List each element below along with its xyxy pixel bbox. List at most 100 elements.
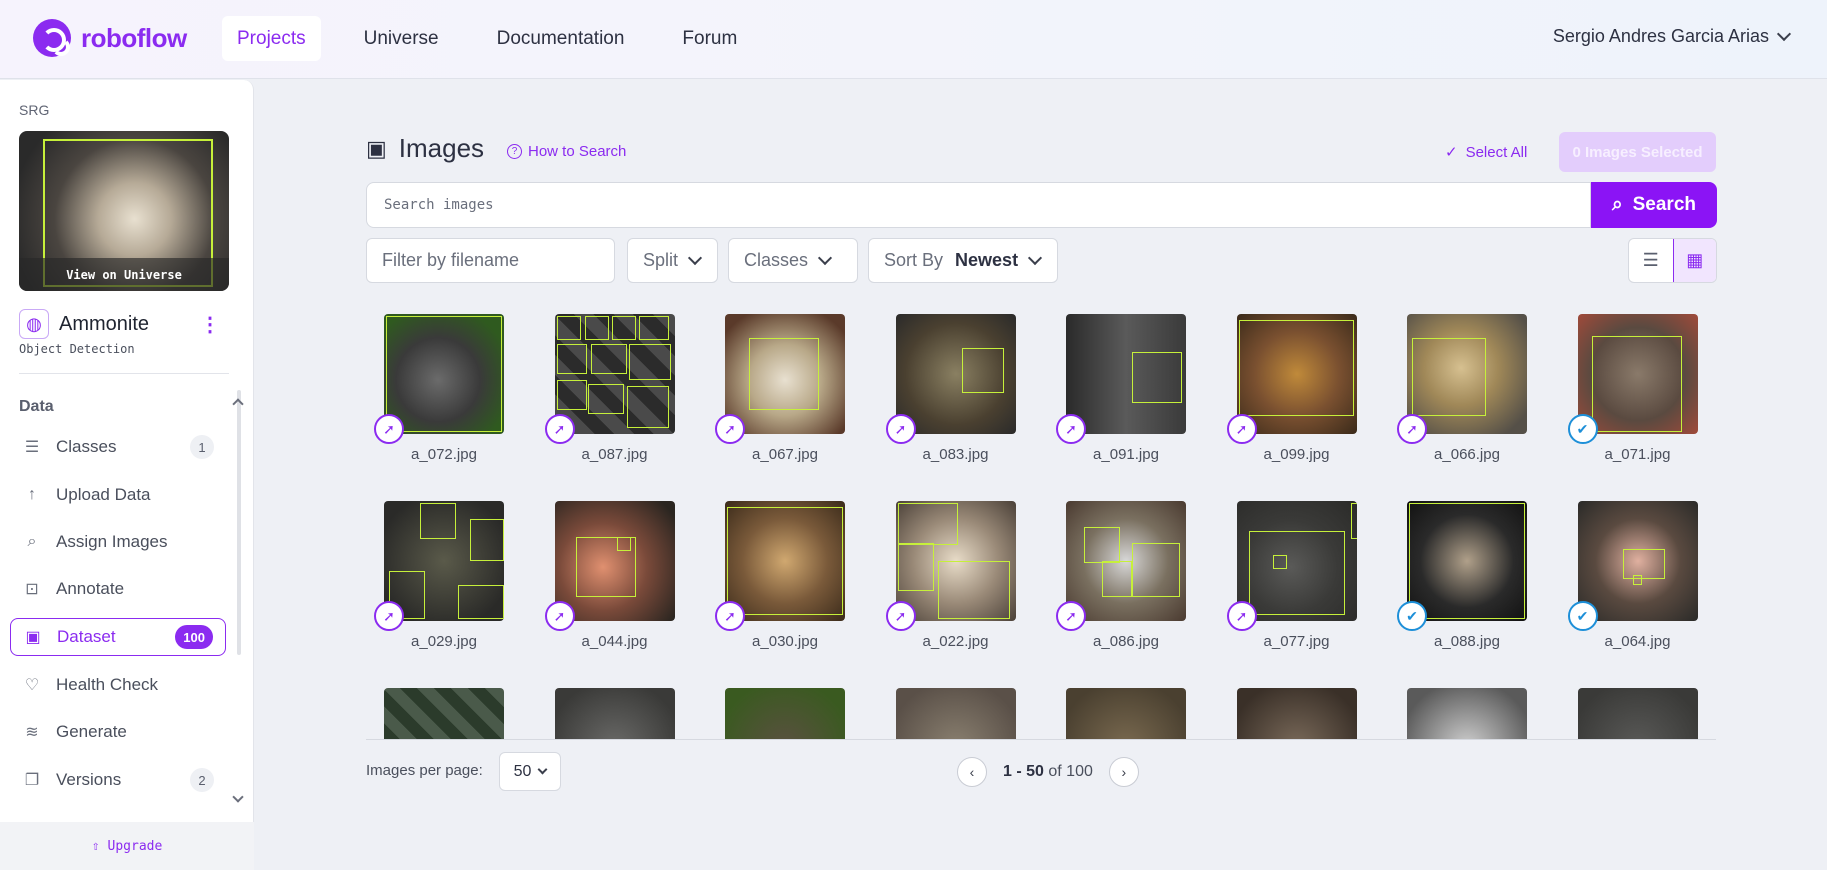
image-tile[interactable] bbox=[554, 688, 675, 739]
sidebar-item-dataset[interactable]: ▣ Dataset 100 bbox=[10, 618, 226, 656]
image-thumbnail[interactable] bbox=[1236, 314, 1357, 434]
annotate-icon: ⊡ bbox=[25, 581, 39, 598]
sidebar-item-upload-data[interactable]: ↑ Upload Data bbox=[10, 476, 226, 514]
nav-universe[interactable]: Universe bbox=[349, 16, 454, 61]
image-thumbnail[interactable] bbox=[1066, 688, 1186, 739]
bounding-box bbox=[1409, 503, 1525, 619]
image-thumbnail[interactable] bbox=[384, 314, 504, 434]
image-tile[interactable]: ➚ a_066.jpg bbox=[1397, 314, 1527, 463]
bounding-box bbox=[1238, 320, 1355, 416]
image-tile[interactable]: ✔ a_071.jpg bbox=[1567, 314, 1698, 463]
sidebar-item-assign-images[interactable]: ⌕ Assign Images bbox=[10, 523, 226, 561]
image-thumbnail[interactable] bbox=[895, 688, 1016, 739]
roboflow-logo[interactable]: roboflow bbox=[33, 19, 187, 57]
image-tile[interactable] bbox=[384, 688, 504, 739]
image-tile[interactable]: ➚ a_044.jpg bbox=[544, 501, 675, 650]
image-tile[interactable]: ➚ a_087.jpg bbox=[544, 314, 675, 463]
image-thumbnail[interactable] bbox=[1236, 501, 1357, 621]
image-tile[interactable]: ➚ a_022.jpg bbox=[885, 501, 1016, 650]
search-button[interactable]: ⌕ Search bbox=[1591, 182, 1717, 228]
image-thumbnail[interactable] bbox=[554, 501, 675, 621]
bounding-box bbox=[420, 503, 456, 540]
bounding-box bbox=[1132, 352, 1183, 403]
annotating-status-icon: ➚ bbox=[885, 601, 916, 631]
prev-page-button[interactable]: ‹ bbox=[957, 757, 987, 787]
image-thumbnail[interactable] bbox=[895, 501, 1016, 621]
image-tile[interactable] bbox=[1066, 688, 1186, 739]
image-tile[interactable]: ➚ a_099.jpg bbox=[1226, 314, 1357, 463]
chevron-up-icon[interactable] bbox=[232, 398, 244, 410]
image-thumbnail[interactable] bbox=[1407, 688, 1527, 739]
image-thumbnail[interactable] bbox=[725, 688, 845, 739]
image-tile[interactable]: ➚ a_072.jpg bbox=[374, 314, 504, 463]
chevron-down-icon[interactable] bbox=[232, 791, 244, 803]
image-tile[interactable]: ➚ a_077.jpg bbox=[1226, 501, 1357, 650]
image-thumbnail[interactable] bbox=[1407, 314, 1527, 434]
bounding-box bbox=[584, 316, 609, 341]
image-tile[interactable]: ➚ a_029.jpg bbox=[374, 501, 504, 650]
nav-documentation[interactable]: Documentation bbox=[482, 16, 640, 61]
image-thumbnail[interactable] bbox=[895, 314, 1016, 434]
image-thumbnail[interactable] bbox=[1407, 501, 1527, 621]
chevron-right-icon: › bbox=[1121, 764, 1127, 780]
image-tile[interactable]: ➚ a_067.jpg bbox=[715, 314, 845, 463]
list-view-button[interactable]: ☰ bbox=[1629, 239, 1673, 282]
annotating-status-icon: ➚ bbox=[374, 414, 404, 444]
bounding-box bbox=[1350, 503, 1357, 540]
nav-projects[interactable]: Projects bbox=[222, 16, 321, 61]
image-thumbnail[interactable] bbox=[1577, 688, 1698, 739]
image-tile[interactable]: ✔ a_088.jpg bbox=[1397, 501, 1527, 650]
sidebar-item-health-check[interactable]: ♡ Health Check bbox=[10, 666, 226, 704]
project-thumbnail[interactable]: View on Universe bbox=[19, 131, 229, 291]
image-thumbnail[interactable] bbox=[725, 501, 845, 621]
image-thumbnail[interactable] bbox=[384, 501, 504, 621]
image-tile[interactable] bbox=[725, 688, 845, 739]
image-tile[interactable]: ➚ a_091.jpg bbox=[1056, 314, 1186, 463]
image-tile[interactable] bbox=[1407, 688, 1527, 739]
next-page-button[interactable]: › bbox=[1108, 757, 1139, 787]
search-input[interactable]: Search images bbox=[366, 182, 1591, 228]
sort-label: Sort By bbox=[884, 250, 944, 270]
image-thumbnail[interactable] bbox=[1236, 688, 1357, 739]
heart-pulse-icon: ♡ bbox=[24, 677, 40, 694]
filename-filter-input[interactable]: Filter by filename bbox=[366, 238, 615, 283]
image-tile[interactable] bbox=[1577, 688, 1698, 739]
nav-forum[interactable]: Forum bbox=[667, 16, 752, 61]
image-thumbnail[interactable] bbox=[554, 688, 675, 739]
image-thumbnail[interactable] bbox=[725, 314, 845, 434]
select-all-button[interactable]: ✓ Select All bbox=[1445, 143, 1527, 162]
image-tile[interactable]: ➚ a_030.jpg bbox=[715, 501, 845, 650]
bounding-box bbox=[626, 386, 669, 428]
image-filename: a_066.jpg bbox=[1434, 446, 1500, 463]
image-filename: a_029.jpg bbox=[411, 633, 477, 650]
image-thumbnail[interactable] bbox=[554, 314, 675, 434]
image-thumbnail[interactable] bbox=[1577, 501, 1698, 621]
image-tile[interactable] bbox=[1236, 688, 1357, 739]
image-filename: a_077.jpg bbox=[1263, 633, 1330, 650]
user-menu[interactable]: Sergio Andres Garcia Arias bbox=[1553, 26, 1792, 47]
per-page-select[interactable]: 50 bbox=[499, 752, 561, 791]
sidebar-item-generate[interactable]: ≋ Generate bbox=[10, 713, 226, 751]
image-tile[interactable]: ➚ a_083.jpg bbox=[885, 314, 1016, 463]
sort-dropdown[interactable]: Sort By Newest bbox=[868, 238, 1058, 283]
split-dropdown[interactable]: Split bbox=[627, 238, 718, 283]
image-thumbnail[interactable] bbox=[1066, 501, 1186, 621]
classes-dropdown[interactable]: Classes bbox=[728, 238, 858, 283]
sidebar-item-classes[interactable]: ☰ Classes 1 bbox=[10, 428, 226, 466]
image-tile[interactable] bbox=[895, 688, 1016, 739]
image-thumbnail[interactable] bbox=[384, 688, 504, 739]
sidebar-item-versions[interactable]: ❐ Versions 2 bbox=[10, 761, 226, 799]
how-to-search-link[interactable]: ? How to Search bbox=[507, 143, 626, 160]
image-tile[interactable]: ✔ a_064.jpg bbox=[1567, 501, 1698, 650]
image-thumbnail[interactable] bbox=[1577, 314, 1698, 434]
image-thumbnail[interactable] bbox=[1066, 314, 1186, 434]
images-selected-button[interactable]: 0 Images Selected bbox=[1559, 132, 1716, 172]
upgrade-button[interactable]: ⇧ Upgrade bbox=[0, 822, 254, 870]
bounding-box bbox=[638, 316, 669, 341]
view-on-universe-link[interactable]: View on Universe bbox=[19, 258, 229, 291]
sidebar-item-annotate[interactable]: ⊡ Annotate bbox=[10, 570, 226, 608]
sidebar-scrollbar[interactable] bbox=[237, 390, 241, 655]
grid-view-button[interactable]: ▦ bbox=[1672, 239, 1716, 282]
image-tile[interactable]: ➚ a_086.jpg bbox=[1056, 501, 1186, 650]
more-options-icon[interactable]: ⋮ bbox=[200, 312, 220, 337]
